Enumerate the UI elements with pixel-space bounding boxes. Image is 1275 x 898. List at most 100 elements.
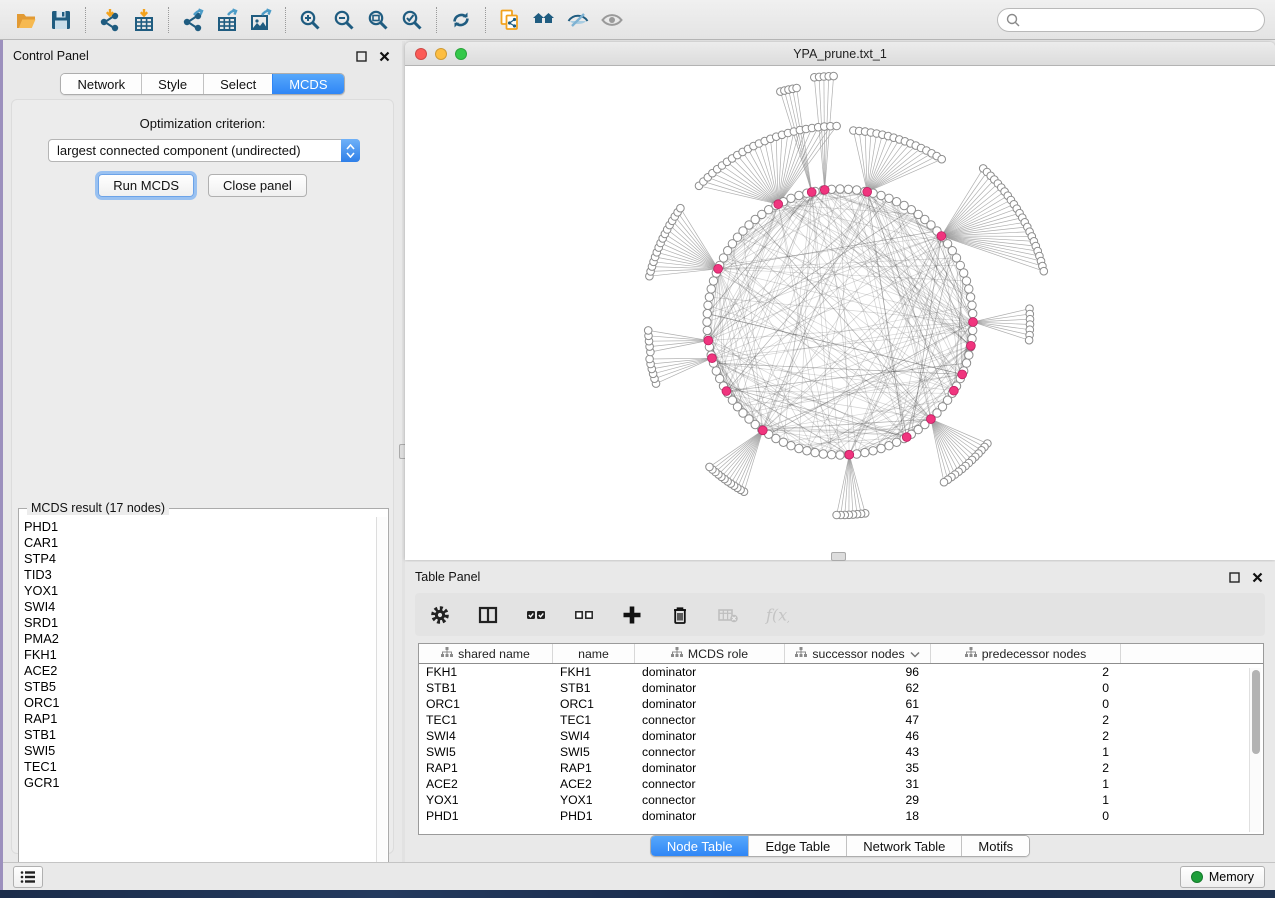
mcds-result-node[interactable]: SWI5 bbox=[24, 743, 376, 759]
network-graph[interactable] bbox=[405, 66, 1275, 560]
save-icon[interactable] bbox=[44, 5, 78, 35]
desktop-background-left bbox=[0, 40, 3, 890]
float-table-panel-icon[interactable] bbox=[1226, 569, 1242, 585]
mcds-result-node[interactable]: PMA2 bbox=[24, 631, 376, 647]
column-header-predecessor-nodes[interactable]: predecessor nodes bbox=[931, 644, 1121, 663]
open-icon[interactable] bbox=[10, 5, 44, 35]
network-canvas[interactable] bbox=[405, 66, 1275, 560]
task-history-button[interactable] bbox=[13, 866, 43, 888]
mcds-result-node[interactable]: TEC1 bbox=[24, 759, 376, 775]
mcds-result-node[interactable]: STP4 bbox=[24, 551, 376, 567]
cell-name: STB1 bbox=[553, 681, 635, 695]
show-all-icon[interactable] bbox=[595, 5, 629, 35]
deselect-all-icon[interactable] bbox=[571, 604, 597, 626]
mcds-result-scrollbar[interactable] bbox=[376, 517, 387, 878]
mcds-result-node[interactable]: PHD1 bbox=[24, 519, 376, 535]
toolbar-separator bbox=[285, 7, 286, 33]
table-tab-network-table[interactable]: Network Table bbox=[846, 836, 961, 856]
close-panel-button[interactable]: Close panel bbox=[208, 174, 307, 197]
mcds-result-node[interactable]: STB1 bbox=[24, 727, 376, 743]
table-row[interactable]: FKH1FKH1dominator962 bbox=[419, 664, 1263, 680]
mcds-result-box: MCDS result (17 nodes) PHD1CAR1STP4TID3Y… bbox=[18, 508, 389, 880]
tab-select[interactable]: Select bbox=[203, 74, 272, 94]
sort-desc-icon bbox=[910, 647, 920, 661]
mcds-result-node[interactable]: TID3 bbox=[24, 567, 376, 583]
import-network-icon[interactable] bbox=[93, 5, 127, 35]
table-row[interactable]: SWI5SWI5connector431 bbox=[419, 744, 1263, 760]
mcds-result-node[interactable]: FKH1 bbox=[24, 647, 376, 663]
close-panel-icon[interactable] bbox=[376, 48, 392, 64]
network-window-titlebar[interactable]: YPA_prune.txt_1 bbox=[405, 42, 1275, 66]
criterion-dropdown[interactable]: largest connected component (undirected) bbox=[48, 139, 360, 162]
column-header-MCDS-role[interactable]: MCDS role bbox=[635, 644, 785, 663]
cell-predecessor-nodes: 1 bbox=[931, 745, 1121, 759]
cell-predecessor-nodes: 2 bbox=[931, 761, 1121, 775]
mcds-result-node[interactable]: SWI4 bbox=[24, 599, 376, 615]
table-tab-node-table[interactable]: Node Table bbox=[651, 836, 749, 856]
new-network-from-selection-icon[interactable] bbox=[493, 5, 527, 35]
export-network-icon[interactable] bbox=[176, 5, 210, 35]
zoom-in-icon[interactable] bbox=[293, 5, 327, 35]
import-table-icon[interactable] bbox=[127, 5, 161, 35]
table-row[interactable]: RAP1RAP1dominator352 bbox=[419, 760, 1263, 776]
tab-network[interactable]: Network bbox=[61, 74, 141, 94]
application-window: Control Panel NetworkStyleSelectMCDS Opt… bbox=[0, 0, 1275, 890]
homes-icon[interactable] bbox=[527, 5, 561, 35]
table-row[interactable]: ORC1ORC1dominator610 bbox=[419, 696, 1263, 712]
split-panel-icon[interactable] bbox=[475, 604, 501, 626]
close-table-panel-icon[interactable] bbox=[1249, 569, 1265, 585]
mcds-result-node[interactable]: STB5 bbox=[24, 679, 376, 695]
mcds-result-node[interactable]: RAP1 bbox=[24, 711, 376, 727]
zoom-selected-icon[interactable] bbox=[395, 5, 429, 35]
toolbar-separator bbox=[436, 7, 437, 33]
cell-predecessor-nodes: 2 bbox=[931, 713, 1121, 727]
tab-style[interactable]: Style bbox=[141, 74, 203, 94]
mcds-result-node[interactable]: CAR1 bbox=[24, 535, 376, 551]
table-row[interactable]: ACE2ACE2connector311 bbox=[419, 776, 1263, 792]
export-table-icon[interactable] bbox=[210, 5, 244, 35]
table-row[interactable]: YOX1YOX1connector291 bbox=[419, 792, 1263, 808]
column-header-name[interactable]: name bbox=[553, 644, 635, 663]
cell-predecessor-nodes: 0 bbox=[931, 697, 1121, 711]
zoom-out-icon[interactable] bbox=[327, 5, 361, 35]
cell-name: YOX1 bbox=[553, 793, 635, 807]
zoom-fit-icon[interactable] bbox=[361, 5, 395, 35]
cell-MCDS-role: connector bbox=[635, 777, 785, 791]
cell-MCDS-role: dominator bbox=[635, 665, 785, 679]
column-label: name bbox=[578, 647, 609, 661]
memory-button[interactable]: Memory bbox=[1180, 866, 1265, 888]
table-tab-motifs[interactable]: Motifs bbox=[961, 836, 1029, 856]
add-column-icon[interactable] bbox=[619, 604, 645, 626]
delete-column-icon[interactable] bbox=[667, 604, 693, 626]
cell-predecessor-nodes: 2 bbox=[931, 665, 1121, 679]
export-image-icon[interactable] bbox=[244, 5, 278, 35]
column-header-successor-nodes[interactable]: successor nodes bbox=[785, 644, 931, 663]
mcds-result-list[interactable]: PHD1CAR1STP4TID3YOX1SWI4SRD1PMA2FKH1ACE2… bbox=[20, 517, 376, 878]
table-row[interactable]: SWI4SWI4dominator462 bbox=[419, 728, 1263, 744]
table-scrollbar[interactable] bbox=[1249, 668, 1261, 832]
table-scrollbar-thumb[interactable] bbox=[1252, 670, 1260, 754]
select-all-icon[interactable] bbox=[523, 604, 549, 626]
mcds-result-node[interactable]: YOX1 bbox=[24, 583, 376, 599]
table-row[interactable]: TEC1TEC1connector472 bbox=[419, 712, 1263, 728]
horizontal-splitter-grip[interactable] bbox=[831, 552, 846, 561]
mcds-result-node[interactable]: ACE2 bbox=[24, 663, 376, 679]
mcds-result-node[interactable]: ORC1 bbox=[24, 695, 376, 711]
cell-name: ACE2 bbox=[553, 777, 635, 791]
table-tab-edge-table[interactable]: Edge Table bbox=[748, 836, 846, 856]
table-row[interactable]: PHD1PHD1dominator180 bbox=[419, 808, 1263, 824]
search-input[interactable] bbox=[997, 8, 1265, 32]
criterion-value: largest connected component (undirected) bbox=[49, 143, 342, 158]
column-header-shared-name[interactable]: shared name bbox=[419, 644, 553, 663]
table-row[interactable]: STB1STB1dominator620 bbox=[419, 680, 1263, 696]
hide-selected-icon[interactable] bbox=[561, 5, 595, 35]
settings-icon[interactable] bbox=[427, 604, 453, 626]
refresh-icon[interactable] bbox=[444, 5, 478, 35]
cell-successor-nodes: 31 bbox=[785, 777, 931, 791]
tab-mcds[interactable]: MCDS bbox=[272, 74, 343, 94]
toolbar-icon-groups bbox=[10, 0, 629, 39]
mcds-result-node[interactable]: SRD1 bbox=[24, 615, 376, 631]
float-panel-icon[interactable] bbox=[353, 48, 369, 64]
mcds-result-node[interactable]: GCR1 bbox=[24, 775, 376, 791]
run-mcds-button[interactable]: Run MCDS bbox=[98, 174, 194, 197]
